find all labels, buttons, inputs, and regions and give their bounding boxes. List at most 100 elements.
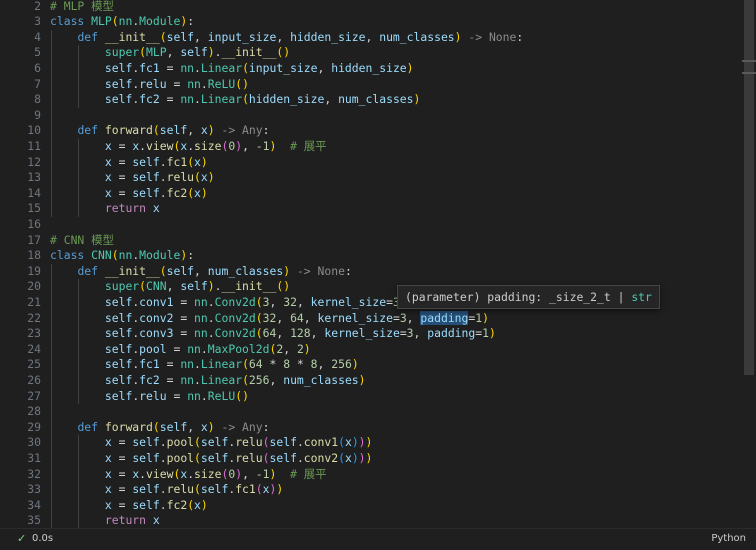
line-code[interactable]: x = self.fc2(x)	[50, 186, 208, 202]
code-line[interactable]: 10 def forward(self, x) -> Any:	[0, 123, 756, 139]
code-token: 256	[331, 357, 352, 372]
line-code[interactable]: x = self.fc1(x)	[50, 155, 208, 171]
vertical-scrollbar[interactable]	[742, 0, 756, 528]
line-code[interactable]: self.fc1 = nn.Linear(input_size, hidden_…	[50, 61, 414, 77]
line-code[interactable]: x = x.view(x.size(0), -1) # 展平	[50, 467, 327, 483]
line-number: 15	[27, 201, 41, 216]
code-token: hidden_size	[331, 60, 407, 75]
line-code[interactable]: x = self.pool(self.relu(self.conv1(x)))	[50, 435, 373, 451]
line-code[interactable]: x = x.view(x.size(0), -1) # 展平	[50, 139, 327, 155]
line-code[interactable]: self.conv1 = nn.Conv2d(3, 32, kernel_siz…	[50, 294, 421, 311]
code-line[interactable]: 18 class CNN(nn.Module):	[0, 248, 756, 264]
code-line[interactable]: 8 self.fc2 = nn.Linear(hidden_size, num_…	[0, 92, 756, 108]
line-code[interactable]: self.pool = nn.MaxPool2d(2, 2)	[50, 342, 311, 358]
line-number: 8	[34, 92, 41, 107]
scrollbar-thumb[interactable]	[744, 0, 754, 375]
code-token: # 展平	[276, 138, 327, 153]
code-line[interactable]: 34 x = self.fc2(x)	[0, 498, 756, 514]
language-mode[interactable]: Python	[711, 533, 746, 544]
code-line[interactable]: 3 class MLP(nn.Module):	[0, 14, 756, 30]
line-code[interactable]: class MLP(nn.Module):	[50, 14, 194, 30]
code-token: )	[200, 497, 208, 512]
code-line[interactable]: 6 self.fc1 = nn.Linear(input_size, hidde…	[0, 61, 756, 77]
code-line[interactable]: 24 self.pool = nn.MaxPool2d(2, 2)	[0, 342, 756, 358]
code-token: )	[413, 92, 421, 107]
line-code[interactable]: def __init__(self, num_classes) -> None:	[50, 263, 351, 280]
code-line[interactable]: 33 x = self.relu(self.fc1(x))	[0, 482, 756, 498]
code-line[interactable]: 26 self.fc2 = nn.Linear(256, num_classes…	[0, 373, 756, 389]
line-code[interactable]: return x	[50, 201, 160, 217]
line-code[interactable]: # MLP 模型	[50, 0, 114, 14]
code-token: self	[104, 372, 133, 387]
code-line[interactable]: 15 return x	[0, 201, 756, 217]
line-code[interactable]: self.conv2 = nn.Conv2d(32, 64, kernel_si…	[50, 310, 489, 327]
code-token: ,	[365, 29, 380, 44]
code-line[interactable]: 29 def forward(self, x) -> Any:	[0, 420, 756, 436]
line-code[interactable]: class CNN(nn.Module):	[50, 248, 194, 264]
code-token: =	[111, 185, 133, 200]
code-line[interactable]: 5 super(MLP, self).__init__()	[0, 45, 756, 61]
code-line[interactable]: 17 # CNN 模型	[0, 233, 756, 249]
line-code[interactable]: def forward(self, x) -> Any:	[50, 420, 269, 436]
line-number: 20	[27, 279, 41, 294]
code-token: x	[194, 497, 201, 512]
code-token: self	[104, 294, 133, 309]
line-code[interactable]: x = self.pool(self.relu(self.conv2(x)))	[50, 450, 373, 467]
line-number: 35	[27, 513, 41, 528]
code-line[interactable]: 35 return x	[0, 513, 756, 528]
line-code[interactable]: def forward(self, x) -> Any:	[50, 123, 269, 139]
code-token: *	[262, 357, 284, 372]
code-line[interactable]: 14 x = self.fc2(x)	[0, 186, 756, 202]
code-line[interactable]: 9	[0, 108, 756, 124]
code-line[interactable]: 12 x = self.fc1(x)	[0, 155, 756, 171]
code-line[interactable]: 2 # MLP 模型	[0, 0, 756, 14]
code-token: num_classes	[338, 92, 414, 107]
code-token: num_classes	[283, 372, 359, 387]
line-code[interactable]: x = self.relu(x)	[50, 170, 215, 186]
code-token: conv2	[303, 450, 339, 465]
code-line[interactable]: 11 x = x.view(x.size(0), -1) # 展平	[0, 139, 756, 155]
code-token: -1	[255, 138, 270, 153]
code-line[interactable]: 27 self.relu = nn.ReLU()	[0, 389, 756, 405]
code-line[interactable]: 32 x = x.view(x.size(0), -1) # 展平	[0, 467, 756, 483]
line-code[interactable]: def __init__(self, input_size, hidden_si…	[50, 30, 523, 46]
line-code[interactable]: return x	[50, 513, 160, 528]
code-token: 3	[262, 294, 270, 309]
code-line[interactable]: 7 self.relu = nn.ReLU()	[0, 77, 756, 93]
code-line[interactable]: 4 def __init__(self, input_size, hidden_…	[0, 30, 756, 46]
line-code[interactable]: super(CNN, self).__init__()	[50, 279, 290, 295]
line-code[interactable]: self.relu = nn.ReLU()	[50, 389, 249, 405]
line-code[interactable]: self.fc1 = nn.Linear(64 * 8 * 8, 256)	[50, 357, 359, 373]
line-code[interactable]: super(MLP, self).__init__()	[50, 45, 290, 61]
code-token: nn	[187, 76, 201, 91]
code-token: ,	[242, 138, 256, 153]
line-code[interactable]: self.conv3 = nn.Conv2d(64, 128, kernel_s…	[50, 326, 496, 342]
code-token: x	[104, 154, 112, 169]
line-code[interactable]: self.fc2 = nn.Linear(hidden_size, num_cl…	[50, 92, 421, 108]
code-line[interactable]: 25 self.fc1 = nn.Linear(64 * 8 * 8, 256)	[0, 357, 756, 373]
code-line[interactable]: 23 self.conv3 = nn.Conv2d(64, 128, kerne…	[0, 326, 756, 342]
code-editor[interactable]: 2 # MLP 模型 3 class MLP(nn.Module): 4 def __i…	[0, 0, 756, 528]
line-code[interactable]: # CNN 模型	[50, 233, 114, 249]
code-token: 256	[248, 372, 270, 387]
code-token: ,	[166, 279, 181, 294]
code-line[interactable]: 28	[0, 404, 756, 420]
code-line[interactable]: 22 self.conv2 = nn.Conv2d(32, 64, kernel…	[0, 310, 756, 327]
code-line[interactable]: 16	[0, 217, 756, 233]
line-code[interactable]: self.relu = nn.ReLU()	[50, 77, 249, 93]
code-token: )	[406, 60, 414, 75]
line-code[interactable]: self.fc2 = nn.Linear(256, num_classes)	[50, 373, 366, 389]
code-line[interactable]: 31 x = self.pool(self.relu(self.conv2(x)…	[0, 451, 756, 467]
code-token: nn	[187, 388, 201, 403]
code-line[interactable]: 13 x = self.relu(x)	[0, 170, 756, 186]
code-token: x	[194, 154, 201, 169]
line-code[interactable]: x = self.relu(self.fc1(x))	[50, 482, 283, 498]
line-code[interactable]: x = self.fc2(x)	[50, 498, 208, 514]
code-token: self	[166, 263, 195, 278]
code-token: 64	[290, 310, 304, 325]
code-line[interactable]: 30 x = self.pool(self.relu(self.conv1(x)…	[0, 435, 756, 451]
code-line[interactable]: 19 def __init__(self, num_classes) -> No…	[0, 264, 756, 280]
code-token: Linear	[200, 357, 243, 372]
